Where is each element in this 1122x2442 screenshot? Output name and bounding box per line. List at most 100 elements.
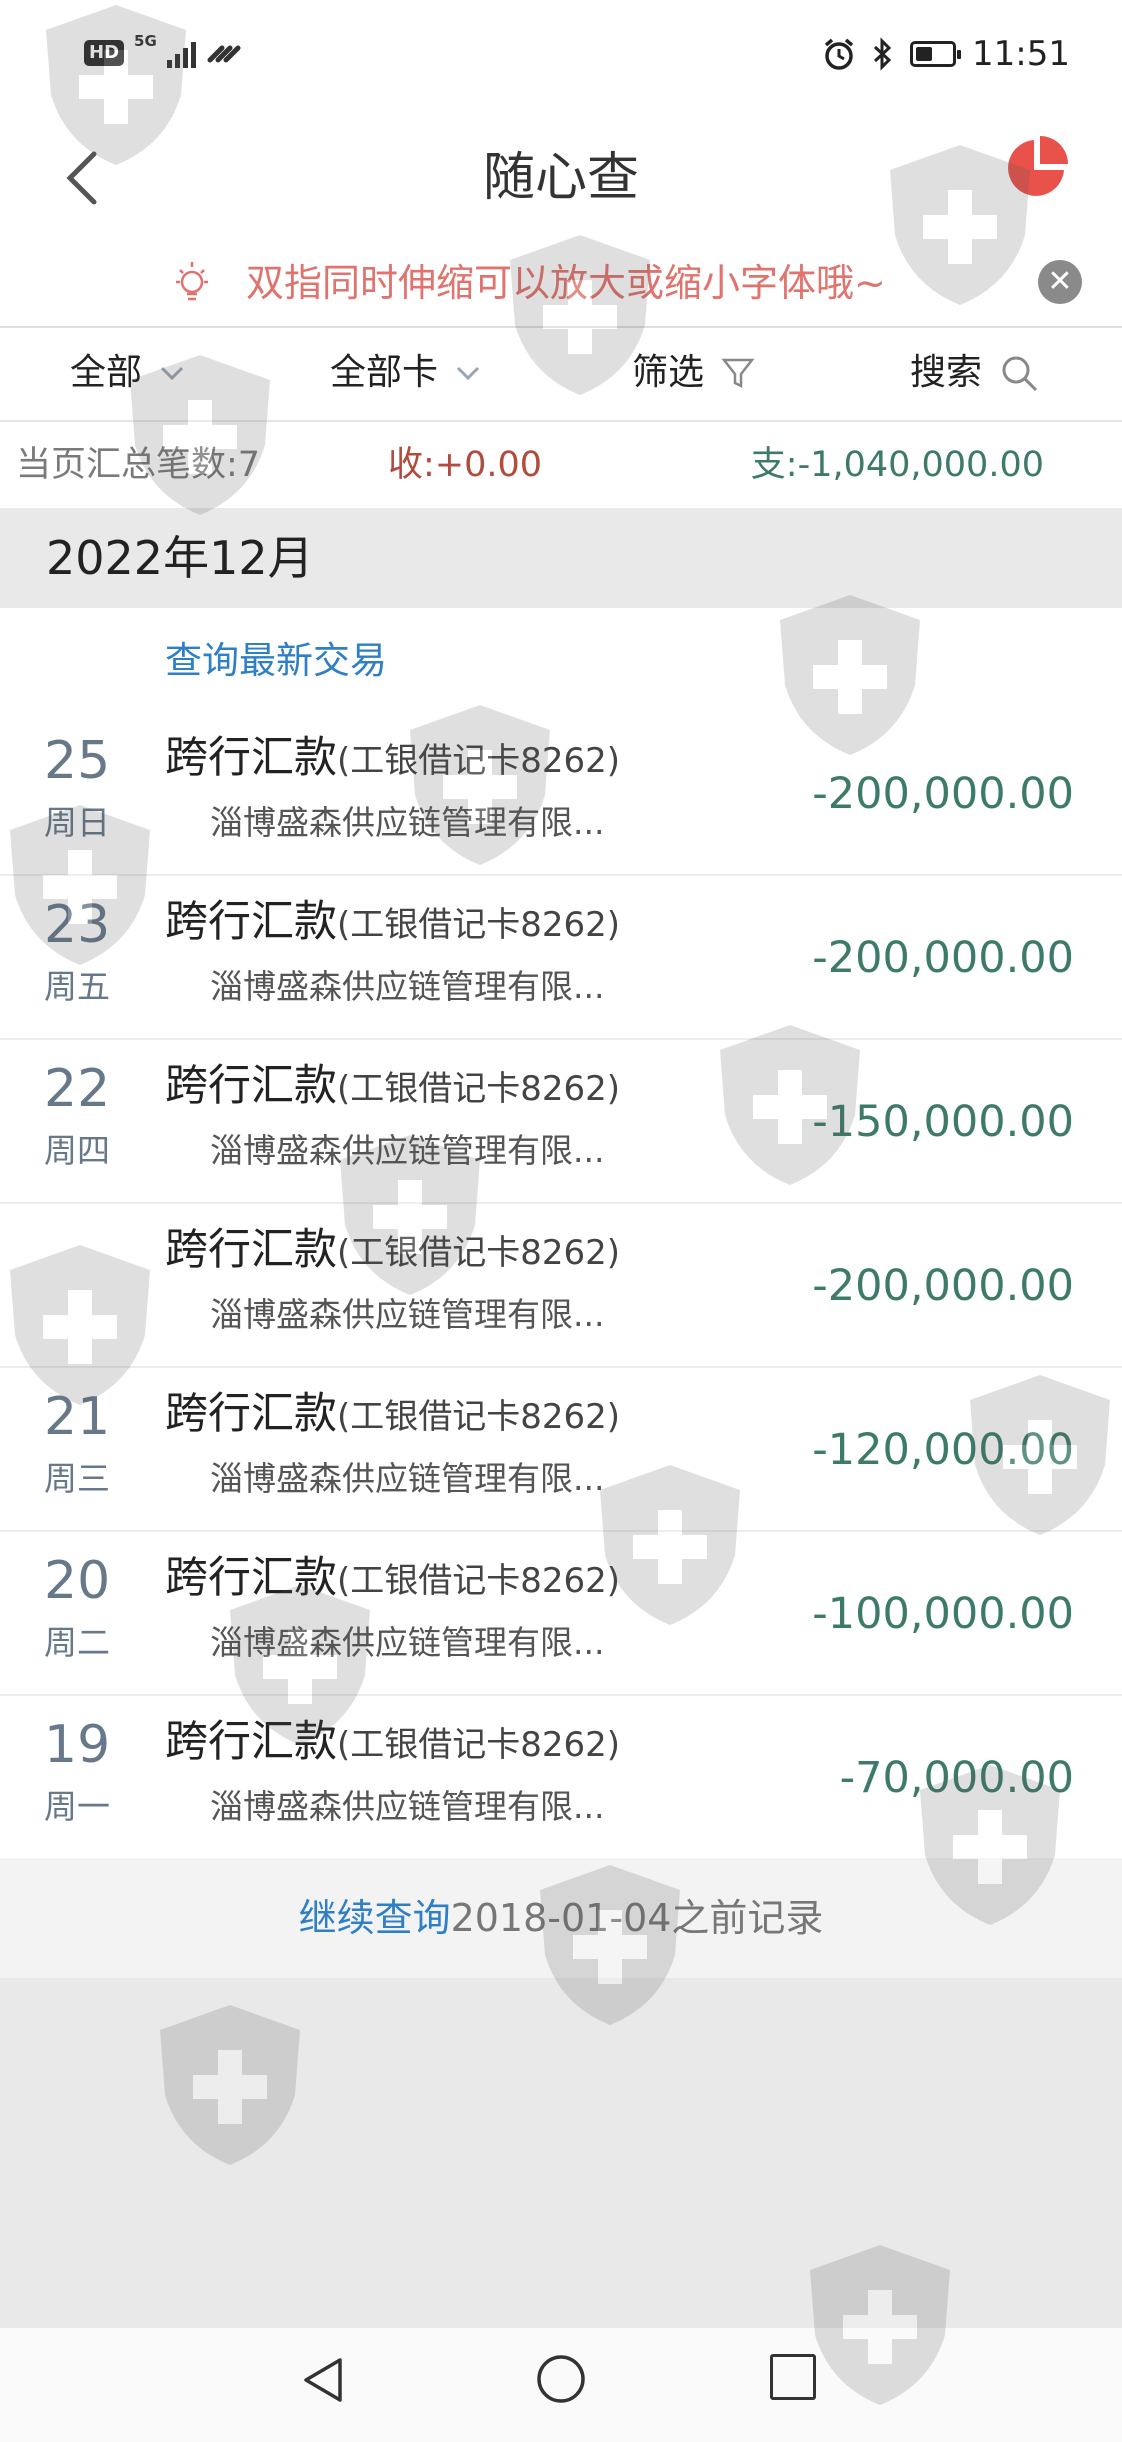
transaction-row[interactable]: 19 周一 跨行汇款(工银借记卡8262) 淄博盛森供应链管理有限... -70… — [0, 1696, 1122, 1860]
tx-title: 跨行汇款(工银借记卡8262) — [165, 1710, 620, 1783]
page-title: 随心查 — [482, 148, 639, 208]
tx-weekday: 周日 — [44, 803, 110, 842]
nav-home-icon[interactable] — [534, 2352, 588, 2406]
tx-type: 跨行汇款 — [165, 1717, 337, 1767]
system-nav-bar — [0, 2328, 1122, 2442]
transaction-list: 25 周日 跨行汇款(工银借记卡8262) 淄博盛森供应链管理有限... -20… — [0, 712, 1122, 1860]
wifi-link-icon — [207, 45, 241, 63]
month-label: 2022年12月 — [46, 531, 314, 585]
tx-payee: 淄博盛森供应链管理有限... — [210, 967, 605, 1006]
page-summary: 当页汇总笔数:7 收:+0.00 支:-1,040,000.00 — [0, 422, 1122, 508]
app-header: 随心查 — [0, 118, 1122, 242]
filter-label: 筛选 — [632, 352, 705, 393]
query-latest-link[interactable]: 查询最新交易 — [165, 636, 387, 686]
nav-back-icon[interactable] — [296, 2352, 352, 2408]
tx-card: (工银借记卡8262) — [337, 1233, 621, 1273]
tx-day: 21 — [44, 1387, 111, 1447]
summary-expense: 支:-1,040,000.00 — [750, 445, 1044, 485]
tx-card: (工银借记卡8262) — [337, 1561, 621, 1601]
empty-area — [0, 1978, 1122, 2328]
tx-payee: 淄博盛森供应链管理有限... — [210, 1787, 605, 1826]
tx-card: (工银借记卡8262) — [337, 905, 621, 945]
tx-amount: -200,000.00 — [812, 769, 1074, 819]
tx-day: 19 — [44, 1715, 111, 1775]
month-header: 2022年12月 — [0, 508, 1122, 608]
filter-bar: 全部 全部卡 筛选 搜索 — [0, 328, 1122, 422]
nav-recents-icon[interactable] — [770, 2354, 816, 2400]
tx-card: (工银借记卡8262) — [337, 1397, 621, 1437]
tx-amount: -100,000.00 — [812, 1589, 1074, 1639]
continue-query-text: 2018-01-04之前记录 — [450, 1896, 824, 1940]
tx-type: 跨行汇款 — [165, 1225, 337, 1275]
tx-title: 跨行汇款(工银借记卡8262) — [165, 1218, 620, 1291]
transaction-row[interactable]: 21 周三 跨行汇款(工银借记卡8262) 淄博盛森供应链管理有限... -12… — [0, 1368, 1122, 1532]
tx-payee: 淄博盛森供应链管理有限... — [210, 1131, 605, 1170]
signal-icon — [166, 38, 196, 68]
tx-payee: 淄博盛森供应链管理有限... — [210, 1295, 605, 1334]
tx-payee: 淄博盛森供应链管理有限... — [210, 803, 605, 842]
transaction-row[interactable]: 25 周日 跨行汇款(工银借记卡8262) 淄博盛森供应链管理有限... -20… — [0, 712, 1122, 876]
search-button[interactable]: 搜索 — [910, 348, 1040, 398]
hd-badge: HD — [84, 40, 125, 66]
latest-transactions-row: 查询最新交易 — [0, 608, 1122, 714]
clock: 11:51 — [972, 34, 1070, 74]
transaction-row[interactable]: 20 周二 跨行汇款(工银借记卡8262) 淄博盛森供应链管理有限... -10… — [0, 1532, 1122, 1696]
tip-banner: 双指同时伸缩可以放大或缩小字体哦~ ✕ — [0, 240, 1122, 328]
battery-icon — [910, 41, 962, 67]
filter-funnel-icon — [721, 358, 755, 389]
tx-amount: -70,000.00 — [839, 1753, 1074, 1803]
filter-all-label: 全部 — [70, 352, 143, 393]
tx-amount: -150,000.00 — [812, 1097, 1074, 1147]
tx-weekday: 周三 — [44, 1459, 110, 1498]
tx-day: 23 — [44, 895, 111, 955]
bluetooth-icon — [873, 37, 892, 71]
tx-title: 跨行汇款(工银借记卡8262) — [165, 1382, 620, 1455]
tx-day: 20 — [44, 1551, 111, 1611]
transaction-row[interactable]: 22 周四 跨行汇款(工银借记卡8262) 淄博盛森供应链管理有限... -15… — [0, 1040, 1122, 1204]
chevron-down-icon — [160, 366, 184, 381]
tx-type: 跨行汇款 — [165, 1553, 337, 1603]
summary-count: 当页汇总笔数:7 — [16, 445, 261, 485]
transaction-row[interactable]: 23 周五 跨行汇款(工银借记卡8262) 淄博盛森供应链管理有限... -20… — [0, 876, 1122, 1040]
tx-type: 跨行汇款 — [165, 1061, 337, 1111]
lightbulb-icon — [176, 262, 208, 301]
tx-type: 跨行汇款 — [165, 897, 337, 947]
tx-type: 跨行汇款 — [165, 733, 337, 783]
filter-all-cards[interactable]: 全部卡 — [330, 348, 482, 398]
pie-chart-icon[interactable] — [1002, 132, 1072, 202]
tx-card: (工银借记卡8262) — [337, 1069, 621, 1109]
alarm-icon — [824, 38, 854, 70]
close-icon[interactable]: ✕ — [1038, 260, 1082, 304]
tx-amount: -200,000.00 — [812, 933, 1074, 983]
tx-day: 25 — [44, 731, 111, 791]
tx-title: 跨行汇款(工银借记卡8262) — [165, 726, 620, 799]
tx-amount: -120,000.00 — [812, 1425, 1074, 1475]
status-right: 11:51 — [822, 34, 1070, 74]
tx-title: 跨行汇款(工银借记卡8262) — [165, 1546, 620, 1619]
tx-weekday: 周四 — [44, 1131, 110, 1170]
tip-text: 双指同时伸缩可以放大或缩小字体哦~ — [246, 261, 886, 305]
filter-all[interactable]: 全部 — [70, 348, 186, 398]
tx-weekday: 周一 — [44, 1787, 110, 1826]
transaction-row[interactable]: 跨行汇款(工银借记卡8262) 淄博盛森供应链管理有限... -200,000.… — [0, 1204, 1122, 1368]
filter-cards-label: 全部卡 — [330, 352, 439, 393]
tx-amount: -200,000.00 — [812, 1261, 1074, 1311]
filter-button[interactable]: 筛选 — [632, 348, 756, 398]
tx-type: 跨行汇款 — [165, 1389, 337, 1439]
tx-card: (工银借记卡8262) — [337, 741, 621, 781]
tx-weekday: 周二 — [44, 1623, 110, 1662]
tx-title: 跨行汇款(工银借记卡8262) — [165, 1054, 620, 1127]
tx-card: (工银借记卡8262) — [337, 1725, 621, 1765]
status-left: HD 5G — [84, 32, 246, 68]
summary-income: 收:+0.00 — [388, 445, 543, 485]
tx-payee: 淄博盛森供应链管理有限... — [210, 1623, 605, 1662]
tx-weekday: 周五 — [44, 967, 110, 1006]
network-type: 5G — [134, 32, 157, 50]
status-bar: HD 5G 11:51 — [0, 0, 1122, 118]
chevron-down-icon — [456, 366, 480, 381]
tx-title: 跨行汇款(工银借记卡8262) — [165, 890, 620, 963]
continue-query-link[interactable]: 继续查询 — [299, 1896, 451, 1940]
search-label: 搜索 — [910, 352, 983, 393]
tx-day: 22 — [44, 1059, 111, 1119]
search-icon — [1002, 356, 1038, 392]
